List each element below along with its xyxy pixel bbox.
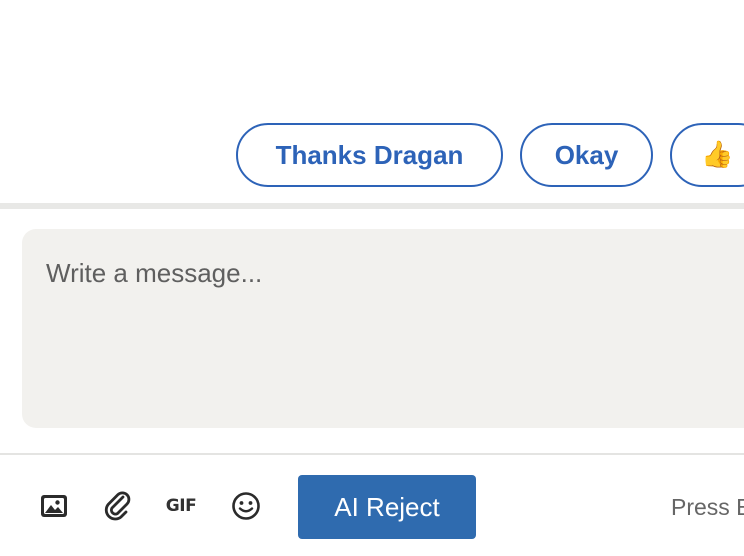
paperclip-icon[interactable] <box>102 490 134 522</box>
suggested-replies: Thanks Dragan Okay 👍 <box>236 123 744 187</box>
messaging-compose-panel: Thanks Dragan Okay 👍 GIF <box>0 0 744 556</box>
message-input[interactable] <box>46 258 726 289</box>
smiley-icon[interactable] <box>230 490 262 522</box>
suggestion-okay[interactable]: Okay <box>520 123 653 187</box>
image-icon[interactable] <box>38 490 70 522</box>
ai-reject-button[interactable]: AI Reject <box>298 475 476 539</box>
gif-icon[interactable]: GIF <box>165 490 197 522</box>
suggestion-thumbs-up[interactable]: 👍 <box>670 123 744 187</box>
suggestion-thanks-dragan[interactable]: Thanks Dragan <box>236 123 503 187</box>
section-divider <box>0 203 744 209</box>
message-compose-box[interactable] <box>22 229 744 428</box>
thumbs-up-icon: 👍 <box>701 140 734 170</box>
toolbar-divider <box>0 453 744 455</box>
gif-label: GIF <box>165 496 197 516</box>
compose-toolbar: GIF AI Reject Press E <box>0 456 744 556</box>
keyboard-hint: Press E <box>671 494 744 520</box>
